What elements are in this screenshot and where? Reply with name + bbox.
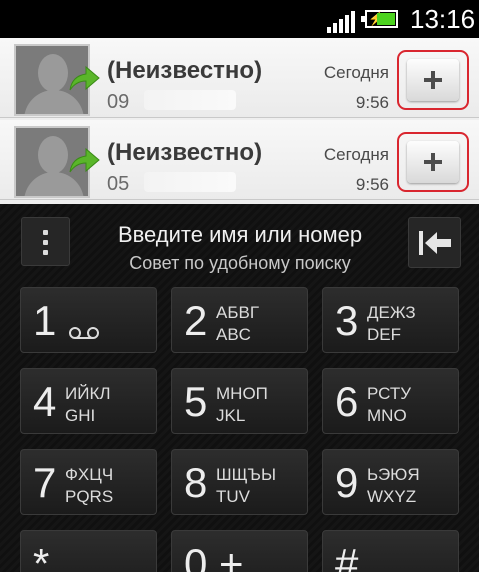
call-log-item[interactable]: (Неизвестно) 09 Сегодня 9:56 (0, 38, 479, 118)
dial-key-7[interactable]: 7 ФХЦЧ PQRS (20, 449, 157, 515)
call-day: Сегодня (323, 145, 389, 164)
number-redaction (144, 90, 236, 110)
call-time: 9:56 (355, 175, 389, 194)
status-clock: 13:16 (410, 4, 476, 34)
call-time: 9:56 (355, 93, 389, 112)
caller-number: 09 (107, 91, 130, 113)
caller-name: (Неизвестно) (107, 57, 263, 84)
backspace-icon[interactable] (408, 217, 461, 268)
signal-bars-icon (327, 11, 357, 33)
dial-key-4[interactable]: 4 ИЙКЛ GHI (20, 368, 157, 434)
battery-charging-icon: ⚡ (361, 10, 398, 28)
add-contact-button[interactable] (397, 50, 469, 110)
dial-key-8[interactable]: 8 ШЩЪЫ TUV (171, 449, 308, 515)
incoming-call-arrow-icon (69, 147, 100, 173)
call-day: Сегодня (323, 63, 389, 82)
dial-key-0[interactable]: 0 + (171, 530, 308, 572)
caller-number: 05 (107, 173, 130, 195)
add-contact-button[interactable] (397, 132, 469, 192)
call-log-list: (Неизвестно) 09 Сегодня 9:56 (Неизвестно… (0, 38, 479, 204)
dial-key-6[interactable]: 6 РСТУ MNO (322, 368, 459, 434)
phone-screen: ⚡ 13:16 (Неизвестно) 09 Сегодня 9:56 (Не… (0, 0, 479, 572)
dial-key-5[interactable]: 5 МНОП JKL (171, 368, 308, 434)
dial-key-9[interactable]: 9 ЬЭЮЯ WXYZ (322, 449, 459, 515)
dial-key-star[interactable]: * (20, 530, 157, 572)
more-vertical-icon[interactable] (21, 217, 70, 266)
incoming-call-arrow-icon (69, 65, 100, 91)
caller-name: (Неизвестно) (107, 139, 263, 166)
dial-key-3[interactable]: 3 ДЕЖЗ DEF (322, 287, 459, 353)
dial-key-1[interactable]: 1 (20, 287, 157, 353)
search-hint-link[interactable]: Совет по удобному поиску (80, 253, 400, 274)
dial-key-hash[interactable]: # (322, 530, 459, 572)
status-bar: ⚡ 13:16 (0, 0, 479, 38)
search-prompt[interactable]: Введите имя или номер (80, 222, 400, 248)
dial-key-2[interactable]: 2 АБВГ ABC (171, 287, 308, 353)
call-log-item[interactable]: (Неизвестно) 05 Сегодня 9:56 (0, 120, 479, 200)
voicemail-icon (69, 327, 99, 339)
number-redaction (144, 172, 236, 192)
dialer-panel: Введите имя или номер Совет по удобному … (0, 204, 479, 572)
